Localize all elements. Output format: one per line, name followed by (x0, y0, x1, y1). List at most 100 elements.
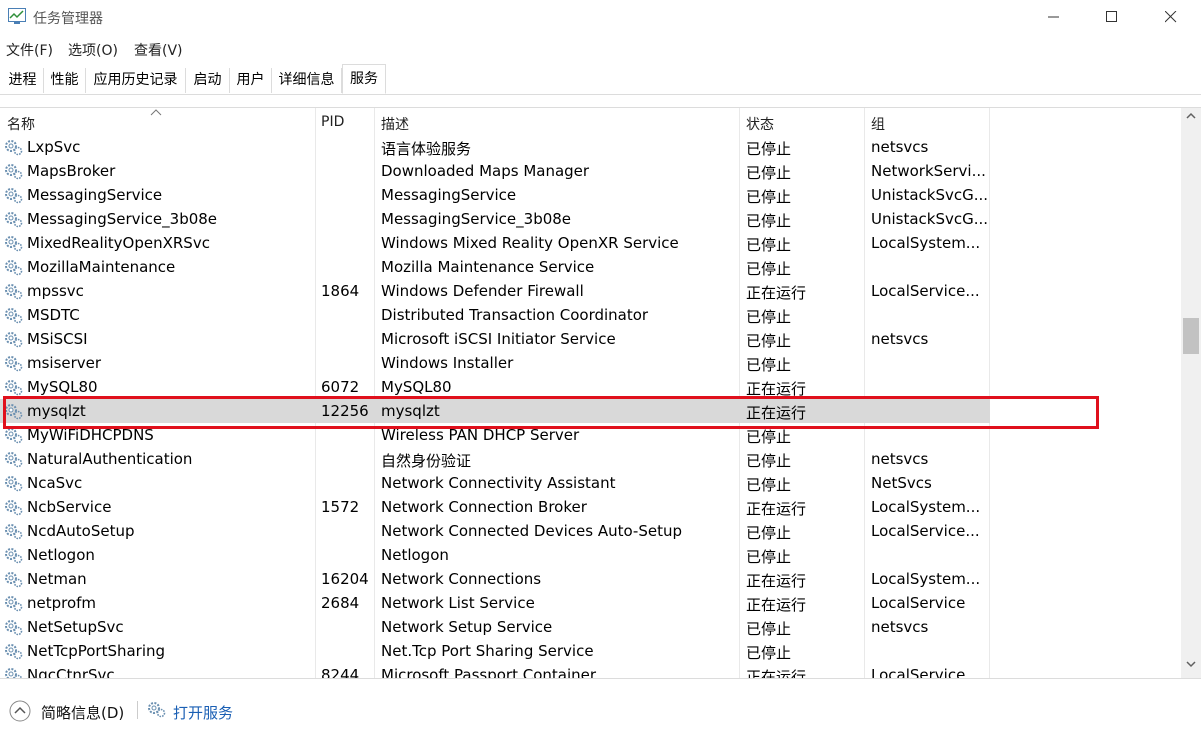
table-row[interactable]: MozillaMaintenance Mozilla Maintenance Se… (0, 255, 990, 279)
collapse-up-icon[interactable] (9, 700, 31, 722)
service-status: 已停止 (746, 188, 792, 206)
tab-details[interactable]: 详细信息 (272, 68, 342, 93)
table-row[interactable]: mpssvc 1864 Windows Defender Firewall 正在运行 L… (0, 279, 990, 303)
menu-view[interactable]: 查看(V) (134, 40, 183, 60)
close-icon (1165, 11, 1177, 23)
scroll-down-icon[interactable] (1186, 660, 1196, 668)
service-group: LocalService... (871, 666, 980, 678)
service-group: LocalSystem... (871, 570, 981, 588)
service-group: UnistackSvcG... (871, 186, 989, 204)
menu-file[interactable]: 文件(F) (6, 40, 53, 60)
column-header-pid[interactable]: PID (321, 114, 344, 130)
service-gear-icon (5, 476, 23, 492)
table-row[interactable]: MessagingService MessagingService 已停止 Unist… (0, 183, 990, 207)
table-row[interactable]: msiserver Windows Installer 已停止 (0, 351, 990, 375)
service-gear-icon (5, 500, 23, 516)
table-row[interactable]: Netlogon Netlogon 已停止 (0, 543, 990, 567)
service-gear-icon (5, 260, 23, 276)
menu-options[interactable]: 选项(O) (68, 40, 118, 60)
minimize-icon (1048, 16, 1059, 18)
service-status: 已停止 (746, 332, 792, 350)
table-row[interactable]: MSiSCSI Microsoft iSCSI Initiator Service… (0, 327, 990, 351)
tab-processes[interactable]: 进程 (2, 68, 44, 93)
service-description: MySQL80 (381, 378, 452, 396)
window-title: 任务管理器 (33, 11, 103, 27)
scrollbar-thumb[interactable] (1183, 318, 1199, 354)
table-row[interactable]: NaturalAuthentication 自然身份验证 已停止 netsvcs (0, 447, 990, 471)
tab-users[interactable]: 用户 (230, 68, 272, 93)
service-gear-icon (5, 548, 23, 564)
service-status: 已停止 (746, 308, 792, 326)
menu-bar: 文件(F) 选项(O) 查看(V) (0, 37, 1201, 61)
service-status: 已停止 (746, 524, 792, 542)
service-group: UnistackSvcG... (871, 210, 989, 228)
column-header-status[interactable]: 状态 (746, 114, 774, 134)
table-row[interactable]: netprofm 2684 Network List Service 正在运行 Loca… (0, 591, 990, 615)
close-button[interactable] (1141, 0, 1201, 34)
service-description: Distributed Transaction Coordinator (381, 306, 649, 324)
tab-performance[interactable]: 性能 (44, 68, 86, 93)
tab-app-history[interactable]: 应用历史记录 (86, 68, 186, 93)
service-gear-icon (5, 668, 23, 678)
table-row[interactable]: NetSetupSvc Network Setup Service 已停止 netsv… (0, 615, 990, 639)
service-gear-icon (5, 212, 23, 228)
service-description: Network Setup Service (381, 618, 553, 636)
column-header-name[interactable]: 名称 (7, 114, 35, 134)
service-name: netprofm (27, 594, 97, 612)
service-status: 已停止 (746, 260, 792, 278)
service-pid: 8244 (321, 666, 360, 678)
table-row[interactable]: MapsBroker Downloaded Maps Manager 已停止 Netw… (0, 159, 990, 183)
table-row[interactable]: NetTcpPortSharing Net.Tcp Port Sharing Se… (0, 639, 990, 663)
scroll-up-icon[interactable] (1186, 112, 1196, 120)
tab-startup[interactable]: 启动 (186, 68, 230, 93)
service-group: netsvcs (871, 330, 929, 348)
service-gear-icon (5, 188, 23, 204)
service-description: MessagingService (381, 186, 517, 204)
service-name: MSiSCSI (27, 330, 88, 348)
service-name: NaturalAuthentication (27, 450, 193, 468)
service-group: LocalService... (871, 282, 980, 300)
service-status: 已停止 (746, 212, 792, 230)
table-row[interactable]: NgcCtnrSvc 8244 Microsoft Passport Contain… (0, 663, 990, 678)
service-pid: 2684 (321, 594, 360, 612)
column-header-description[interactable]: 描述 (381, 114, 409, 134)
service-description: Microsoft iSCSI Initiator Service (381, 330, 616, 348)
service-description: Network Connected Devices Auto-Setup (381, 522, 682, 540)
service-name: LxpSvc (27, 138, 81, 156)
service-status: 已停止 (746, 644, 792, 662)
table-row[interactable]: LxpSvc 语言体验服务 已停止 netsvcs (0, 135, 990, 159)
vertical-scrollbar[interactable] (1181, 108, 1201, 678)
table-row[interactable]: MSDTC Distributed Transaction Coordinator… (0, 303, 990, 327)
fewer-details-link[interactable]: 简略信息(D) (41, 702, 124, 723)
service-gear-icon (5, 572, 23, 588)
service-name: MSDTC (27, 306, 80, 324)
table-row[interactable]: Netman 16204 Network Connections 正在运行 LocalS… (0, 567, 990, 591)
table-row[interactable]: MessagingService_3b08e MessagingService_3… (0, 207, 990, 231)
table-row[interactable]: NcaSvc Network Connectivity Assistant 已停止 N… (0, 471, 990, 495)
tab-services[interactable]: 服务 (342, 64, 386, 94)
service-gear-icon (5, 380, 23, 396)
service-gear-icon (5, 308, 23, 324)
service-description: Netlogon (381, 546, 449, 564)
service-name: MySQL80 (27, 378, 98, 396)
column-header-group[interactable]: 组 (871, 114, 885, 134)
minimize-button[interactable] (1024, 0, 1084, 34)
service-name: MixedRealityOpenXRSvc (27, 234, 210, 252)
table-row[interactable]: NcbService 1572 Network Connection Broker 正… (0, 495, 990, 519)
maximize-icon (1106, 11, 1117, 22)
open-services-link[interactable]: 打开服务 (173, 702, 233, 723)
service-group: NetSvcs (871, 474, 932, 492)
service-name: MessagingService_3b08e (27, 210, 218, 228)
table-row[interactable]: MixedRealityOpenXRSvc Windows Mixed Reali… (0, 231, 990, 255)
service-gear-icon (5, 524, 23, 540)
service-pid: 1864 (321, 282, 360, 300)
service-pid: 6072 (321, 378, 360, 396)
service-gear-icon (5, 332, 23, 348)
maximize-button[interactable] (1082, 0, 1142, 34)
service-status: 已停止 (746, 164, 792, 182)
service-status: 已停止 (746, 428, 792, 446)
service-name: msiserver (27, 354, 102, 372)
service-description: Network List Service (381, 594, 535, 612)
table-row[interactable]: NcdAutoSetup Network Connected Devices Au… (0, 519, 990, 543)
service-status: 正在运行 (746, 284, 807, 302)
